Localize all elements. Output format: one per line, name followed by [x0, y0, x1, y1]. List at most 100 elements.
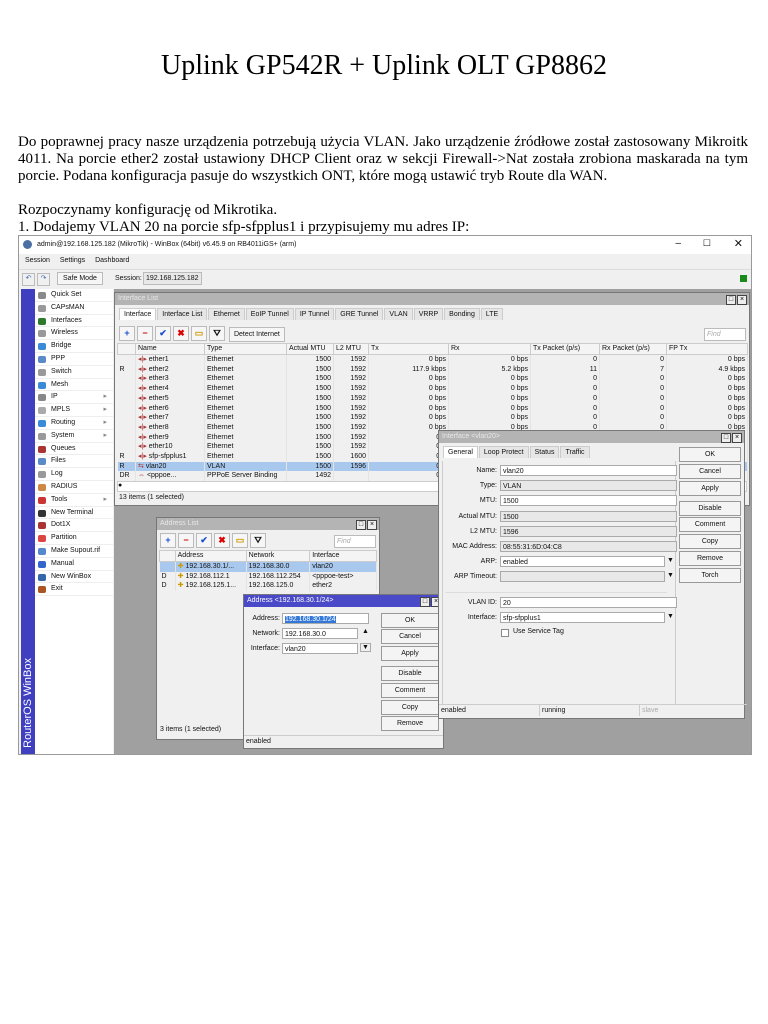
add-icon[interactable]: +: [160, 533, 176, 548]
interface-select[interactable]: sfp-sfpplus1: [500, 612, 665, 623]
restore-icon[interactable]: □: [420, 597, 430, 607]
copy-button[interactable]: Copy: [381, 700, 439, 715]
menu-settings[interactable]: Settings: [60, 257, 85, 264]
ok-button[interactable]: OK: [679, 447, 741, 462]
column-header[interactable]: Address: [174, 550, 247, 562]
filter-icon[interactable]: ⛛: [250, 533, 266, 548]
detect-internet-button[interactable]: Detect Internet: [228, 327, 285, 342]
dropdown-icon[interactable]: ▼: [667, 572, 674, 579]
find-input[interactable]: Find: [704, 328, 746, 341]
tab-gre-tunnel[interactable]: GRE Tunnel: [335, 308, 384, 320]
close-icon[interactable]: ×: [732, 433, 742, 443]
torch-button[interactable]: Torch: [679, 568, 741, 583]
column-header[interactable]: [117, 343, 136, 355]
enable-icon[interactable]: ✔: [196, 533, 212, 548]
column-header[interactable]: [159, 550, 176, 562]
disable-button[interactable]: Disable: [381, 666, 439, 681]
sidebar-item-switch[interactable]: Switch: [35, 366, 113, 379]
ok-button[interactable]: OK: [381, 613, 439, 628]
table-row[interactable]: R ◂|▸ ether2 Ethernet 1500 1592 117.9 kbps 5.2…: [117, 364, 748, 375]
remove-button[interactable]: Remove: [381, 716, 439, 731]
sidebar-item-manual[interactable]: Manual: [35, 558, 113, 571]
tab-bonding[interactable]: Bonding: [444, 308, 480, 320]
disable-icon[interactable]: ✖: [214, 533, 230, 548]
comment-icon[interactable]: ▭: [191, 326, 207, 341]
tab-eoip-tunnel[interactable]: EoIP Tunnel: [245, 308, 294, 320]
tab-general[interactable]: General: [443, 446, 478, 458]
tab-interface[interactable]: Interface: [119, 308, 157, 320]
sidebar-item-bridge[interactable]: Bridge: [35, 340, 113, 353]
sidebar-item-routing[interactable]: Routing ▸: [35, 417, 113, 430]
column-header[interactable]: Rx Packet (p/s): [599, 343, 667, 355]
column-header[interactable]: FP Tx: [666, 343, 748, 355]
tab-traffic[interactable]: Traffic: [560, 446, 590, 458]
maximize-icon[interactable]: ☐: [703, 238, 711, 249]
remove-icon[interactable]: −: [178, 533, 194, 548]
disable-icon[interactable]: ✖: [173, 326, 189, 341]
network-input[interactable]: 192.168.30.0: [282, 628, 358, 639]
redo-icon[interactable]: ↷: [37, 273, 50, 286]
sidebar-item-dot1x[interactable]: Dot1X: [35, 519, 113, 533]
column-header[interactable]: Tx Packet (p/s): [530, 343, 600, 355]
cancel-button[interactable]: Cancel: [381, 629, 439, 644]
sidebar-item-wireless[interactable]: Wireless: [35, 327, 113, 341]
tab-vrrp[interactable]: VRRP: [413, 308, 444, 320]
add-icon[interactable]: +: [119, 326, 135, 341]
minimize-icon[interactable]: –: [675, 238, 681, 249]
column-header[interactable]: Actual MTU: [286, 343, 334, 355]
table-row[interactable]: D ✚ 192.168.112.1 192.168.112.254 <pppoe-te…: [159, 571, 377, 582]
sidebar-item-quick-set[interactable]: Quick Set: [35, 289, 113, 302]
restore-icon[interactable]: □: [356, 520, 366, 530]
restore-icon[interactable]: □: [721, 433, 731, 443]
apply-button[interactable]: Apply: [679, 481, 741, 496]
tab-vlan[interactable]: VLAN: [384, 308, 413, 320]
sidebar-item-tools[interactable]: Tools ▸: [35, 494, 113, 507]
copy-button[interactable]: Copy: [679, 534, 741, 549]
session-field[interactable]: 192.168.125.182: [143, 272, 202, 285]
tab-ethernet[interactable]: Ethernet: [208, 308, 245, 320]
collapse-icon[interactable]: ▲: [362, 628, 369, 635]
table-row[interactable]: D ✚ 192.168.125.1... 192.168.125.0 ether2: [159, 581, 377, 592]
column-header[interactable]: Type: [204, 343, 287, 355]
interface-select[interactable]: vlan20: [282, 643, 358, 654]
service-tag-checkbox[interactable]: [501, 629, 509, 637]
table-row[interactable]: ◂|▸ ether5 Ethernet 1500 1592 0 bps 0 bps 0 0 0 …: [117, 393, 748, 404]
column-header[interactable]: Interface: [309, 550, 377, 562]
sidebar-item-mpls[interactable]: MPLS ▸: [35, 404, 113, 417]
table-row[interactable]: ✚ 192.168.30.1/... 192.168.30.0 vlan20: [159, 561, 377, 572]
tab-loop-protect[interactable]: Loop Protect: [478, 446, 529, 458]
sidebar-item-new-winbox[interactable]: New WinBox: [35, 571, 113, 584]
close-icon[interactable]: ×: [737, 295, 747, 305]
tab-ip-tunnel[interactable]: IP Tunnel: [294, 308, 335, 320]
comment-icon[interactable]: ▭: [232, 533, 248, 548]
sidebar-item-mesh[interactable]: Mesh: [35, 379, 113, 392]
cancel-button[interactable]: Cancel: [679, 464, 741, 479]
table-row[interactable]: ◂|▸ ether7 Ethernet 1500 1592 0 bps 0 bps 0 0 0 …: [117, 413, 748, 423]
restore-icon[interactable]: □: [726, 295, 736, 305]
dropdown-icon[interactable]: ▼: [667, 557, 674, 564]
sidebar-item-make-supout-rif[interactable]: Make Supout.rif: [35, 545, 113, 558]
tab-lte[interactable]: LTE: [480, 308, 504, 320]
dropdown-icon[interactable]: ▼: [667, 613, 674, 620]
enable-icon[interactable]: ✔: [155, 326, 171, 341]
column-header[interactable]: Name: [135, 343, 205, 355]
field-mtu[interactable]: 1500: [500, 495, 677, 507]
sidebar-item-partition[interactable]: Partition: [35, 532, 113, 545]
column-header[interactable]: Network: [245, 550, 311, 562]
table-row[interactable]: ◂|▸ ether6 Ethernet 1500 1592 0 bps 0 bps 0 0 0 …: [117, 403, 748, 414]
sidebar-item-ip[interactable]: IP ▸: [35, 391, 113, 405]
vlan-id-input[interactable]: 20: [500, 597, 677, 608]
apply-button[interactable]: Apply: [381, 646, 439, 661]
sidebar-item-files[interactable]: Files: [35, 455, 113, 469]
sidebar-item-system[interactable]: System ▸: [35, 430, 113, 443]
field-arp[interactable]: enabled: [500, 556, 665, 568]
sidebar-item-queues[interactable]: Queues: [35, 443, 113, 456]
sidebar-item-capsman[interactable]: CAPsMAN: [35, 302, 113, 315]
field-name[interactable]: vlan20: [500, 465, 677, 476]
menu-dashboard[interactable]: Dashboard: [95, 257, 129, 264]
menu-session[interactable]: Session: [25, 257, 50, 264]
column-header[interactable]: L2 MTU: [333, 343, 369, 355]
close-icon[interactable]: ✕: [734, 237, 743, 250]
close-icon[interactable]: ×: [367, 520, 377, 530]
sidebar-item-new-terminal[interactable]: New Terminal: [35, 507, 113, 520]
